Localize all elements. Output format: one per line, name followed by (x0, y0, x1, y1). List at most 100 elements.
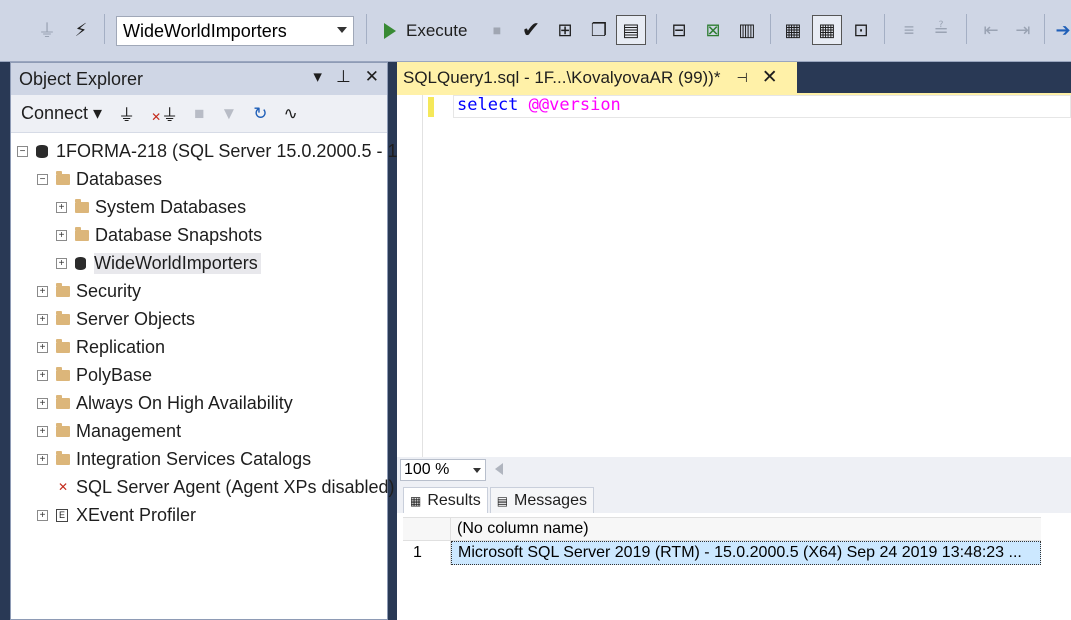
tab-messages[interactable]: ▤ Messages (489, 487, 594, 513)
expand-icon[interactable]: + (37, 453, 48, 465)
keyword-token: select (457, 95, 519, 115)
expand-icon[interactable]: + (37, 509, 48, 521)
expand-icon[interactable]: + (56, 257, 67, 269)
plug-icon[interactable]: ⏚ (32, 14, 62, 46)
execute-button[interactable]: Execute (378, 16, 467, 46)
include-plan-icon[interactable]: ⊟ (664, 14, 694, 46)
tree-node-system-databases[interactable]: + System Databases (11, 193, 387, 221)
stop-icon[interactable]: ■ (482, 14, 512, 46)
tree-node-server[interactable]: − 1FORMA-218 (SQL Server 15.0.2000.5 - 1 (11, 137, 398, 165)
expand-icon[interactable]: + (37, 313, 48, 325)
results-pane: ▦ Results ▤ Messages (No column name) 1 … (397, 483, 1071, 620)
filter-icon[interactable]: ▼ (220, 104, 237, 124)
pin-icon[interactable]: ⊥ (336, 67, 351, 87)
object-explorer-toolbar: Connect ▾ ⏚ ✕⏚ ■ ▼ ↻ ∿ (11, 95, 387, 133)
play-icon (384, 23, 396, 39)
disconnect-icon[interactable]: ✕⏚ (151, 101, 178, 126)
close-icon[interactable]: ✕ (762, 66, 778, 89)
zoom-selector[interactable]: 100 % (400, 459, 486, 481)
expand-icon[interactable]: + (37, 397, 48, 409)
indent-icon[interactable]: ⇥ (1008, 14, 1038, 46)
table-row[interactable]: 1 Microsoft SQL Server 2019 (RTM) - 15.0… (403, 541, 1041, 565)
collapse-icon[interactable]: − (17, 145, 28, 157)
results-grid-icon[interactable]: ▦ (812, 15, 842, 45)
folder-icon (56, 282, 70, 297)
database-selector-value: WideWorldImporters (123, 21, 287, 41)
query-designer-icon[interactable]: ▤ (616, 15, 646, 45)
window-position-icon[interactable]: ▾ (313, 67, 322, 87)
expand-icon[interactable]: + (56, 201, 67, 213)
expand-icon[interactable]: + (37, 341, 48, 353)
sql-agent-label: SQL Server Agent (Agent XPs disabled) (76, 476, 395, 497)
results-text-icon[interactable]: ▦ (778, 14, 808, 46)
activity-monitor-icon[interactable]: ∿ (284, 104, 298, 124)
tree-node-security[interactable]: + Security (11, 277, 387, 305)
integration-services-label: Integration Services Catalogs (76, 448, 312, 469)
object-tree: − 1FORMA-218 (SQL Server 15.0.2000.5 - 1… (11, 133, 398, 529)
tree-node-integration-services[interactable]: + Integration Services Catalogs (11, 445, 387, 473)
pin-icon[interactable]: ⊣ (736, 70, 747, 86)
comment-icon[interactable]: ≡ (894, 14, 924, 46)
close-icon[interactable]: ✕ (365, 67, 379, 87)
system-databases-label: System Databases (95, 196, 247, 217)
toolbar-separator (966, 14, 967, 44)
results-file-icon[interactable]: ⊡ (846, 14, 876, 46)
client-stats-icon[interactable]: ▥ (732, 14, 762, 46)
tree-node-polybase[interactable]: + PolyBase (11, 361, 387, 389)
tree-node-xevent-profiler[interactable]: + E XEvent Profiler (11, 501, 387, 529)
tab-results[interactable]: ▦ Results (403, 487, 488, 513)
results-grid: (No column name) 1 Microsoft SQL Server … (403, 517, 1041, 565)
display-plan-icon[interactable]: ❐ (584, 14, 614, 46)
outdent-icon[interactable]: ⇤ (976, 14, 1006, 46)
check-icon[interactable]: ✔ (516, 14, 546, 46)
tree-node-replication[interactable]: + Replication (11, 333, 387, 361)
tree-node-server-objects[interactable]: + Server Objects (11, 305, 387, 333)
expand-icon[interactable]: + (37, 369, 48, 381)
query-editor[interactable]: select @@version (397, 95, 1071, 457)
tree-node-always-on[interactable]: + Always On High Availability (11, 389, 387, 417)
folder-icon (56, 338, 70, 353)
collapse-icon[interactable]: − (37, 173, 48, 185)
toolbar-separator (1044, 14, 1045, 44)
live-stats-icon[interactable]: ⊠ (698, 14, 728, 46)
polybase-label: PolyBase (76, 364, 153, 385)
database-selector[interactable]: WideWorldImporters (116, 16, 354, 46)
connect-plug-icon[interactable]: ⏚ (118, 101, 135, 126)
tab-sqlquery1[interactable]: SQLQuery1.sql - 1F...\KovalyovaAR (99))*… (397, 62, 797, 93)
wideworldimporters-label: WideWorldImporters (94, 252, 261, 274)
parse-icon[interactable]: ⊞ (550, 14, 580, 46)
uncomment-icon[interactable]: ≟ (926, 14, 956, 46)
result-cell[interactable]: Microsoft SQL Server 2019 (RTM) - 15.0.2… (451, 541, 1041, 565)
security-label: Security (76, 280, 142, 301)
connect-icon[interactable]: ⚡ (66, 14, 96, 46)
toolbar-separator (366, 14, 367, 44)
tree-node-wideworldimporters[interactable]: + WideWorldImporters (11, 249, 387, 277)
tree-node-databases[interactable]: − Databases (11, 165, 387, 193)
tree-node-management[interactable]: + Management (11, 417, 387, 445)
server-objects-label: Server Objects (76, 308, 196, 329)
object-explorer-titlebar: Object Explorer ▾ ⊥ ✕ (11, 63, 387, 95)
messages-tab-label: Messages (514, 491, 587, 509)
specify-values-icon[interactable]: ➔ (1048, 14, 1071, 46)
refresh-icon[interactable]: ↻ (253, 104, 267, 124)
editor-gutter (397, 95, 423, 457)
code-line[interactable]: select @@version (457, 95, 621, 116)
connect-button[interactable]: Connect ▾ (21, 103, 102, 124)
expand-icon[interactable]: + (37, 285, 48, 297)
stop-icon[interactable]: ■ (194, 104, 204, 124)
toolbar-separator (884, 14, 885, 44)
expand-icon[interactable]: + (56, 229, 67, 241)
always-on-label: Always On High Availability (76, 392, 293, 413)
xevent-label: XEvent Profiler (76, 504, 197, 525)
scroll-left-icon[interactable] (495, 463, 503, 475)
object-explorer-title: Object Explorer (19, 68, 144, 89)
row-header-corner (403, 517, 451, 541)
expand-icon[interactable]: + (37, 425, 48, 437)
tab-title: SQLQuery1.sql - 1F...\KovalyovaAR (99))* (403, 67, 721, 87)
chevron-down-icon (473, 468, 481, 473)
tree-node-sql-agent[interactable]: ✕ SQL Server Agent (Agent XPs disabled) (11, 473, 395, 501)
column-header[interactable]: (No column name) (451, 517, 1041, 541)
zoom-value: 100 % (404, 461, 450, 478)
tree-node-database-snapshots[interactable]: + Database Snapshots (11, 221, 387, 249)
row-number[interactable]: 1 (403, 541, 451, 565)
